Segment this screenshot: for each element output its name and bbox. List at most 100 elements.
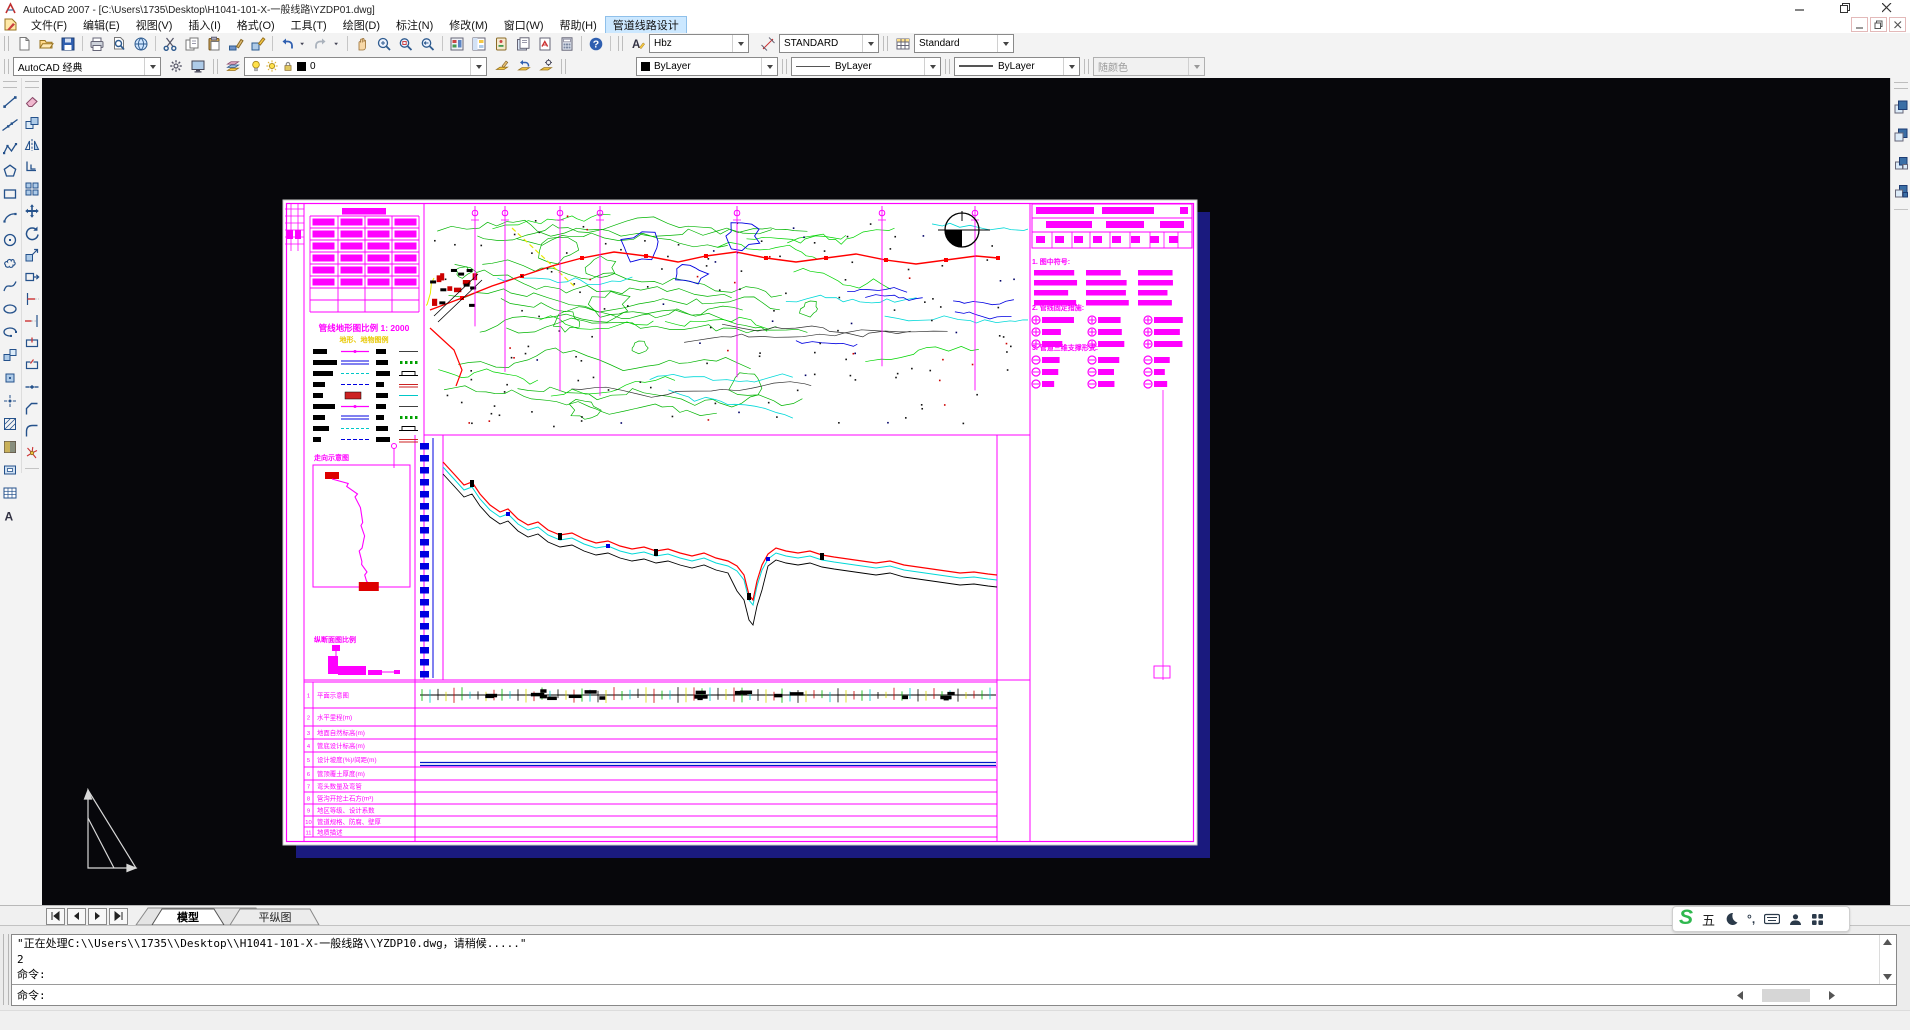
toolbar-grip[interactable] [25, 81, 39, 88]
redo-button[interactable] [310, 34, 332, 53]
text-style-button[interactable]: A [627, 34, 649, 53]
offset-button[interactable] [22, 156, 42, 178]
drop-button[interactable] [332, 34, 344, 53]
menu-工具[interactable]: 工具(T) [283, 16, 335, 34]
my-workspace-button[interactable] [187, 57, 209, 76]
erase-button[interactable] [22, 90, 42, 112]
lineweight-combo[interactable]: ByLayer [954, 57, 1080, 76]
toolbar-grip[interactable] [3, 81, 17, 88]
color-combo[interactable]: ByLayer [636, 57, 778, 76]
workspace-settings-button[interactable] [165, 57, 187, 76]
menu-帮助[interactable]: 帮助(H) [552, 16, 605, 34]
explode-button[interactable] [22, 442, 42, 464]
block-editor-button[interactable] [247, 34, 269, 53]
toolbar-grip[interactable] [883, 36, 888, 51]
point-button[interactable] [0, 389, 20, 412]
text-style-combo[interactable]: Hbz [649, 34, 749, 53]
construction-line-button[interactable] [0, 113, 20, 136]
sheetset-manager-button[interactable] [512, 34, 534, 53]
toolbar-grip[interactable] [1084, 59, 1089, 74]
copy-clip-button[interactable] [181, 34, 203, 53]
move-button[interactable] [22, 200, 42, 222]
revision-cloud-button[interactable] [0, 251, 20, 274]
send-under-button[interactable] [1891, 177, 1910, 205]
dim-style-combo[interactable]: STANDARD [779, 34, 879, 53]
menu-插入[interactable]: 插入(I) [180, 16, 228, 34]
markup-set-manager-button[interactable] [534, 34, 556, 53]
region-button[interactable] [0, 458, 20, 481]
tab-previous-button[interactable] [67, 908, 86, 925]
scroll-up-icon[interactable] [1880, 935, 1895, 949]
publish-button[interactable] [130, 34, 152, 53]
toolbar-grip[interactable] [782, 59, 787, 74]
pan-button[interactable] [351, 34, 373, 53]
table-style-button[interactable] [892, 34, 914, 53]
chevron-down-icon[interactable] [924, 58, 940, 75]
fillet-button[interactable] [22, 420, 42, 442]
tab-next-button[interactable] [88, 908, 107, 925]
break-button[interactable] [22, 354, 42, 376]
ellipse-button[interactable] [0, 297, 20, 320]
menu-标注[interactable]: 标注(N) [388, 16, 441, 34]
array-button[interactable] [22, 178, 42, 200]
mirror-button[interactable] [22, 134, 42, 156]
restore-button[interactable] [1830, 0, 1860, 16]
help-button[interactable]: ? [585, 34, 607, 53]
bring-above-button[interactable] [1891, 149, 1910, 177]
tool-palettes-button[interactable] [490, 34, 512, 53]
chevron-down-icon[interactable] [761, 58, 777, 75]
scroll-right-icon[interactable] [1824, 988, 1840, 1002]
command-window-grip[interactable] [3, 934, 9, 1005]
tabs[interactable]: 模型平纵图 [134, 906, 394, 926]
toolbar-grip[interactable] [4, 36, 9, 51]
copy-button[interactable] [22, 112, 42, 134]
toolbar-grip[interactable] [213, 59, 218, 74]
multiline-text-button[interactable]: A [0, 504, 20, 527]
match-properties-button[interactable] [225, 34, 247, 53]
chevron-down-icon[interactable] [1063, 58, 1079, 75]
chevron-down-icon[interactable] [144, 58, 160, 75]
rotate-button[interactable] [22, 222, 42, 244]
make-block-button[interactable] [0, 366, 20, 389]
chevron-down-icon[interactable] [997, 35, 1013, 52]
menu-格式[interactable]: 格式(O) [229, 16, 283, 34]
menu-视图[interactable]: 视图(V) [128, 16, 181, 34]
zoom-previous-button[interactable] [417, 34, 439, 53]
polygon-button[interactable] [0, 159, 20, 182]
table-button[interactable] [0, 481, 20, 504]
scale-button[interactable] [22, 244, 42, 266]
tab-first-button[interactable] [46, 908, 65, 925]
trim-button[interactable] [22, 288, 42, 310]
line-button[interactable] [0, 90, 20, 113]
scroll-left-icon[interactable] [1732, 988, 1748, 1002]
drawing-canvas[interactable]: 管线地形图比例 1: 2000地形、地物图例走向示意图纵断面图比例1. 图中符号… [42, 78, 1890, 905]
scroll-down-icon[interactable] [1880, 970, 1895, 984]
close-button[interactable] [1872, 0, 1902, 16]
chevron-down-icon[interactable] [470, 58, 486, 75]
send-to-back-button[interactable] [1891, 121, 1910, 149]
keyboard-icon[interactable] [1764, 913, 1780, 925]
minimize-button[interactable] [1785, 0, 1815, 16]
rectangle-button[interactable] [0, 182, 20, 205]
extend-button[interactable] [22, 310, 42, 332]
menu-pipeline-design[interactable]: 管道线路设计 [605, 16, 687, 34]
paste-button[interactable] [203, 34, 225, 53]
tab-last-button[interactable] [109, 908, 128, 925]
layer-combo[interactable]: 0 [244, 57, 487, 76]
stretch-button[interactable] [22, 266, 42, 288]
dim-style-button[interactable] [757, 34, 779, 53]
toolbar-grip[interactable] [945, 59, 950, 74]
properties-button[interactable] [446, 34, 468, 53]
menu-窗口[interactable]: 窗口(W) [496, 16, 552, 34]
sogou-logo[interactable]: S [1679, 908, 1693, 928]
toolbar-grip[interactable] [4, 59, 9, 74]
toolbar-grip[interactable] [618, 36, 623, 51]
ellipse-arc-button[interactable] [0, 320, 20, 343]
hatch-button[interactable] [0, 412, 20, 435]
punctuation-icon[interactable]: °, [1747, 912, 1755, 926]
drop-button[interactable] [298, 34, 310, 53]
command-vscrollbar[interactable] [1879, 935, 1896, 984]
quickcalc-button[interactable] [556, 34, 578, 53]
gradient-button[interactable] [0, 435, 20, 458]
chevron-down-icon[interactable] [862, 35, 878, 52]
